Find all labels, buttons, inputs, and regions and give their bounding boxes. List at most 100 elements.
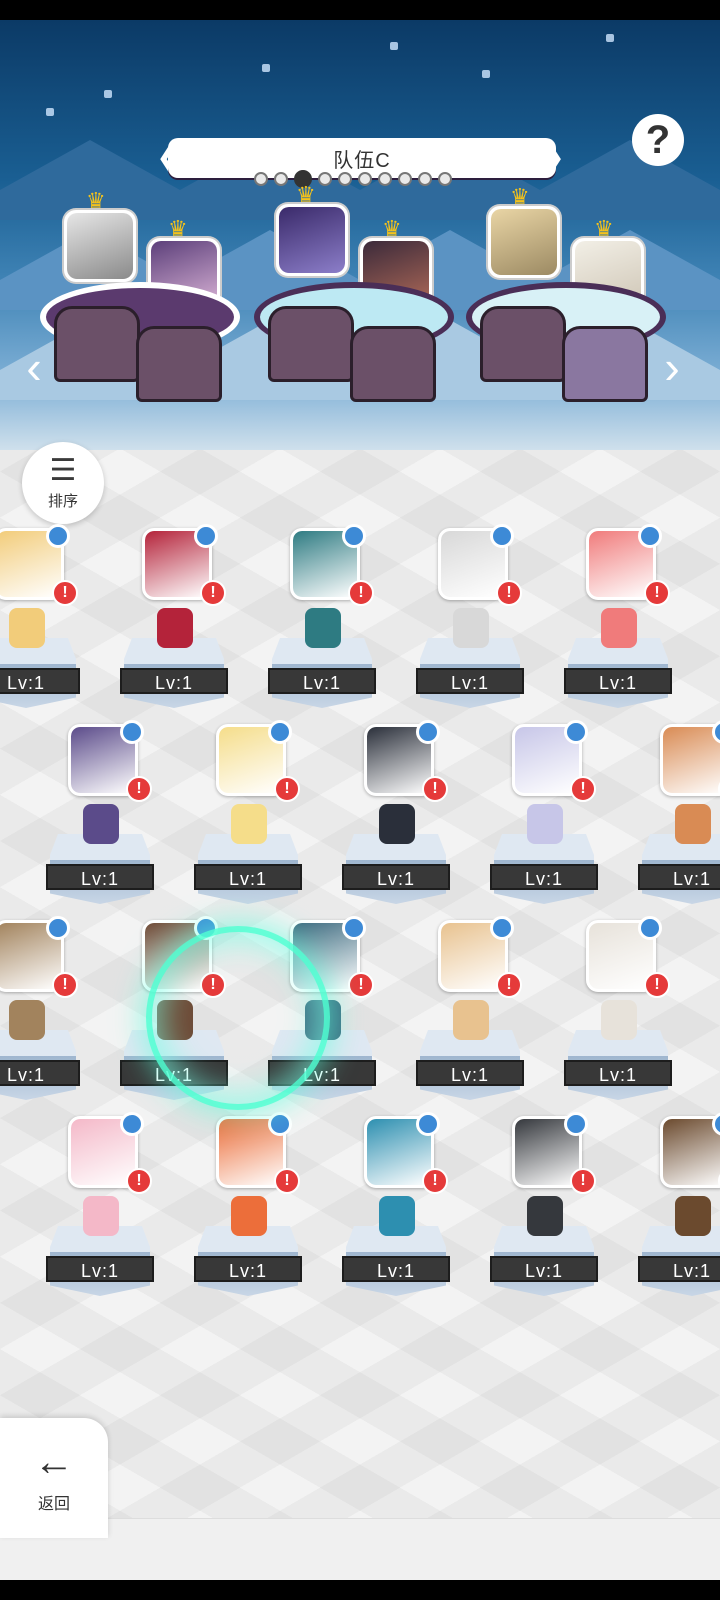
info-badge-icon bbox=[564, 720, 588, 744]
page-dot[interactable] bbox=[358, 172, 372, 186]
info-badge-icon bbox=[120, 720, 144, 744]
hero-card[interactable]: !Lv:1 bbox=[416, 916, 560, 1110]
sort-descending-icon: ☰ bbox=[49, 453, 77, 487]
hero-sprite bbox=[231, 1196, 267, 1236]
hero-card[interactable]: !Lv:1 bbox=[638, 720, 720, 914]
star-decoration bbox=[390, 42, 398, 50]
hero-portrait[interactable] bbox=[660, 724, 720, 796]
alert-badge-icon: ! bbox=[348, 580, 374, 606]
page-dot[interactable] bbox=[254, 172, 268, 186]
hero-sprite bbox=[453, 608, 489, 648]
hero-sprite bbox=[379, 1196, 415, 1236]
hero-sprite bbox=[83, 1196, 119, 1236]
pedestal bbox=[268, 306, 354, 382]
back-button[interactable]: ← 返回 bbox=[0, 1418, 108, 1538]
help-button[interactable]: ? bbox=[632, 114, 684, 166]
team-name: 队伍C bbox=[333, 149, 391, 172]
hero-level: Lv:1 bbox=[638, 1256, 720, 1282]
pedestal bbox=[480, 306, 566, 382]
hero-card[interactable]: !Lv:1 bbox=[490, 1112, 634, 1306]
arrow-left-icon: ← bbox=[34, 1440, 74, 1484]
info-badge-icon bbox=[342, 916, 366, 940]
summon-effect bbox=[152, 932, 324, 1104]
chevron-right-icon[interactable]: ❯ bbox=[540, 138, 565, 178]
team-slot-2[interactable]: ♛ ♛ bbox=[254, 182, 454, 402]
alert-badge-icon: ! bbox=[274, 776, 300, 802]
info-badge-icon bbox=[416, 720, 440, 744]
hero-card[interactable]: !Lv:1 bbox=[46, 1112, 190, 1306]
hero-sprite bbox=[601, 1000, 637, 1040]
info-badge-icon bbox=[490, 916, 514, 940]
hero-level: Lv:1 bbox=[46, 864, 154, 890]
hero-level: Lv:1 bbox=[416, 1060, 524, 1086]
page-dot[interactable] bbox=[378, 172, 392, 186]
hero-level: Lv:1 bbox=[194, 864, 302, 890]
page-indicator bbox=[254, 170, 452, 188]
hero-card[interactable]: !Lv:1 bbox=[194, 1112, 338, 1306]
alert-badge-icon: ! bbox=[126, 1168, 152, 1194]
page-dot[interactable] bbox=[438, 172, 452, 186]
info-badge-icon bbox=[268, 720, 292, 744]
hero-card[interactable]: ! Lv:1 bbox=[342, 720, 486, 914]
hero-sprite bbox=[527, 804, 563, 844]
hero-level: Lv:1 bbox=[0, 668, 80, 694]
info-badge-icon bbox=[638, 916, 662, 940]
hero-card[interactable]: !Lv:1 bbox=[342, 1112, 486, 1306]
hero-level: Lv:1 bbox=[194, 1256, 302, 1282]
page-dot[interactable] bbox=[318, 172, 332, 186]
navigation-bar bbox=[0, 1580, 720, 1600]
pedestal bbox=[54, 306, 140, 382]
hero-card[interactable]: !Lv:1 bbox=[46, 720, 190, 914]
pedestal bbox=[136, 326, 222, 402]
hero-card[interactable]: !Lv:1 bbox=[120, 524, 264, 718]
leader-portrait[interactable] bbox=[64, 210, 136, 282]
hero-card[interactable]: !Lv:1 bbox=[638, 1112, 720, 1306]
alert-badge-icon: ! bbox=[422, 1168, 448, 1194]
game-screen: ❮ 队伍C ❯ ? ‹ › ♛ ♛ ♛ ♛ bbox=[0, 20, 720, 1580]
hero-sprite bbox=[83, 804, 119, 844]
page-dot[interactable] bbox=[338, 172, 352, 186]
hero-card[interactable]: !Lv:1 bbox=[416, 524, 560, 718]
page-dot[interactable] bbox=[274, 172, 288, 186]
hero-sprite bbox=[675, 804, 711, 844]
hero-card[interactable]: !Lv:1 bbox=[0, 524, 116, 718]
hero-level: Lv:1 bbox=[490, 864, 598, 890]
alert-badge-icon: ! bbox=[422, 776, 448, 802]
hero-level: Lv:1 bbox=[638, 864, 720, 890]
star-decoration bbox=[482, 70, 490, 78]
alert-badge-icon: ! bbox=[570, 776, 596, 802]
team-slot-3[interactable]: ♛ ♛ bbox=[466, 184, 666, 402]
info-badge-icon bbox=[194, 524, 218, 548]
pedestal bbox=[350, 326, 436, 402]
status-bar bbox=[0, 0, 720, 20]
star-decoration bbox=[46, 108, 54, 116]
star-decoration bbox=[606, 34, 614, 42]
hero-level: Lv:1 bbox=[490, 1256, 598, 1282]
hero-level: Lv:1 bbox=[564, 1060, 672, 1086]
info-badge-icon bbox=[342, 524, 366, 548]
page-dot[interactable] bbox=[418, 172, 432, 186]
hero-level: Lv:1 bbox=[120, 668, 228, 694]
info-badge-icon bbox=[268, 1112, 292, 1136]
team-slot-1[interactable]: ♛ ♛ bbox=[40, 188, 240, 402]
leader-portrait[interactable] bbox=[276, 204, 348, 276]
hero-card[interactable]: ! Lv:1 bbox=[490, 720, 634, 914]
hero-sprite bbox=[157, 608, 193, 648]
hero-level: Lv:1 bbox=[342, 864, 450, 890]
hero-card[interactable]: !Lv:1 bbox=[564, 524, 708, 718]
hero-card[interactable]: !Lv:1 bbox=[268, 524, 412, 718]
info-badge-icon bbox=[638, 524, 662, 548]
leader-portrait[interactable] bbox=[488, 206, 560, 278]
hero-level: Lv:1 bbox=[416, 668, 524, 694]
sort-label: 排序 bbox=[47, 492, 78, 510]
hero-card[interactable]: ! Lv:1 bbox=[194, 720, 338, 914]
bottom-bar bbox=[0, 1518, 720, 1580]
hero-card[interactable]: !Lv:1 bbox=[564, 916, 708, 1110]
hero-level: Lv:1 bbox=[0, 1060, 80, 1086]
info-badge-icon bbox=[416, 1112, 440, 1136]
sort-button[interactable]: ☰ 排序 bbox=[22, 442, 104, 524]
hero-card[interactable]: !Lv:1 bbox=[0, 916, 116, 1110]
hero-portrait[interactable] bbox=[660, 1116, 720, 1188]
page-dot[interactable] bbox=[398, 172, 412, 186]
alert-badge-icon: ! bbox=[348, 972, 374, 998]
